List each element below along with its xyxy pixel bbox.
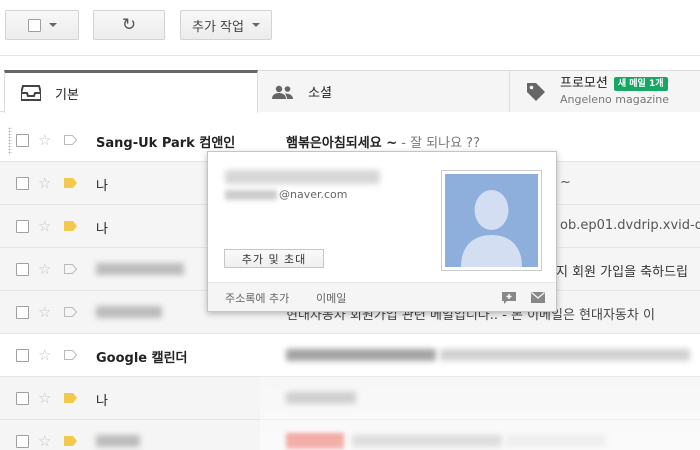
tab-label: 소셜 xyxy=(308,86,332,101)
email-sender: 나 xyxy=(96,222,108,237)
email-sender xyxy=(96,261,184,276)
star-icon[interactable]: ☆ xyxy=(38,131,51,149)
star-icon[interactable]: ☆ xyxy=(38,174,51,192)
email-user-redacted xyxy=(225,189,277,200)
importance-marker-icon[interactable] xyxy=(64,264,77,274)
add-invite-button[interactable]: 추가 및 초대 xyxy=(224,249,324,268)
row-checkbox[interactable] xyxy=(16,392,29,405)
email-sender xyxy=(96,433,140,448)
email-sender: Sang-Uk Park 컴앤인 xyxy=(96,136,236,151)
default-avatar-icon xyxy=(445,174,538,267)
chevron-down-icon xyxy=(48,23,57,27)
contact-name-redacted xyxy=(225,170,380,184)
row-checkbox[interactable] xyxy=(16,435,29,448)
importance-marker-icon[interactable] xyxy=(64,135,77,145)
category-tabs: 기본 소셜 프로모션 새 메일 1개 Angeleno magazine xyxy=(0,70,700,113)
promo-sender-preview: Angeleno magazine xyxy=(560,92,670,106)
email-sender xyxy=(96,304,162,319)
email-link[interactable]: 이메일 xyxy=(316,290,346,306)
email-subject xyxy=(286,433,607,449)
star-icon[interactable]: ☆ xyxy=(38,346,51,364)
refresh-button[interactable]: ↻ xyxy=(93,10,165,40)
star-icon[interactable]: ☆ xyxy=(38,217,51,235)
contact-email-domain: @naver.com xyxy=(279,188,348,201)
tab-label: 프로모션 xyxy=(560,75,608,91)
contact-photo xyxy=(441,170,542,271)
drag-handle[interactable] xyxy=(8,127,12,155)
row-checkbox[interactable] xyxy=(16,220,29,233)
email-subject-text: 햄볶은아침되세요 ~ xyxy=(286,136,398,151)
chevron-down-icon xyxy=(251,23,260,27)
add-to-contacts-link[interactable]: 주소록에 추가 xyxy=(225,290,289,306)
inbox-icon xyxy=(21,85,41,101)
tab-label: 기본 xyxy=(55,87,79,103)
email-snippet: ob.ep01.dvdrip.xvid-de xyxy=(560,218,700,233)
row-checkbox[interactable] xyxy=(16,134,29,147)
tab-social[interactable]: 소셜 xyxy=(258,70,510,112)
more-actions-button[interactable]: 추가 작업 xyxy=(180,10,272,40)
importance-marker-icon[interactable] xyxy=(64,307,77,317)
star-icon[interactable]: ☆ xyxy=(38,260,51,278)
email-sender: 나 xyxy=(96,179,108,194)
row-checkbox[interactable] xyxy=(16,177,29,190)
email-sender: 나 xyxy=(96,394,108,409)
email-snippet: 지 회원 가입을 축하드립 xyxy=(556,265,688,280)
email-sender: Google 캘린더 xyxy=(96,351,188,366)
contact-hovercard: @naver.com 추가 및 초대 주소록에 추가 이메일 xyxy=(207,151,557,312)
tag-icon xyxy=(526,82,546,102)
star-icon[interactable]: ☆ xyxy=(38,303,51,321)
more-actions-label: 추가 작업 xyxy=(192,19,244,35)
importance-marker-icon[interactable] xyxy=(64,436,77,446)
email-subject: 햄볶은아침되세요 ~ - 잘 되나요 ?? xyxy=(286,132,480,151)
importance-marker-icon[interactable] xyxy=(64,178,77,188)
promo-tab-text: 프로모션 새 메일 1개 Angeleno magazine xyxy=(560,76,669,108)
row-checkbox[interactable] xyxy=(16,263,29,276)
chat-add-icon[interactable] xyxy=(502,292,516,308)
importance-marker-icon[interactable] xyxy=(64,393,77,403)
row-checkbox[interactable] xyxy=(16,306,29,319)
email-row[interactable]: ☆ xyxy=(0,420,700,450)
email-row[interactable]: ☆ 나 xyxy=(0,377,700,420)
refresh-icon: ↻ xyxy=(121,15,137,35)
star-icon[interactable]: ☆ xyxy=(38,389,51,407)
importance-marker-icon[interactable] xyxy=(64,221,77,231)
tab-promotions[interactable]: 프로모션 새 메일 1개 Angeleno magazine xyxy=(510,70,700,112)
email-row[interactable]: ☆ Google 캘린더 xyxy=(0,334,700,377)
email-subject xyxy=(286,347,691,362)
contact-email: @naver.com xyxy=(225,188,348,201)
people-icon xyxy=(272,85,294,99)
hovercard-footer: 주소록에 추가 이메일 xyxy=(208,282,556,311)
star-icon[interactable]: ☆ xyxy=(38,432,51,450)
new-mail-badge: 새 메일 1개 xyxy=(613,76,668,91)
row-checkbox[interactable] xyxy=(16,349,29,362)
envelope-icon[interactable] xyxy=(531,292,545,307)
select-all-checkbox[interactable] xyxy=(27,18,41,32)
email-subject xyxy=(286,390,356,405)
email-snippet: - 잘 되나요 ?? xyxy=(397,136,480,151)
toolbar: ↻ 추가 작업 xyxy=(0,0,700,56)
select-dropdown-button[interactable] xyxy=(5,10,79,40)
importance-marker-icon[interactable] xyxy=(64,350,77,360)
email-snippet: ~ xyxy=(560,175,571,190)
tab-primary[interactable]: 기본 xyxy=(4,70,258,113)
